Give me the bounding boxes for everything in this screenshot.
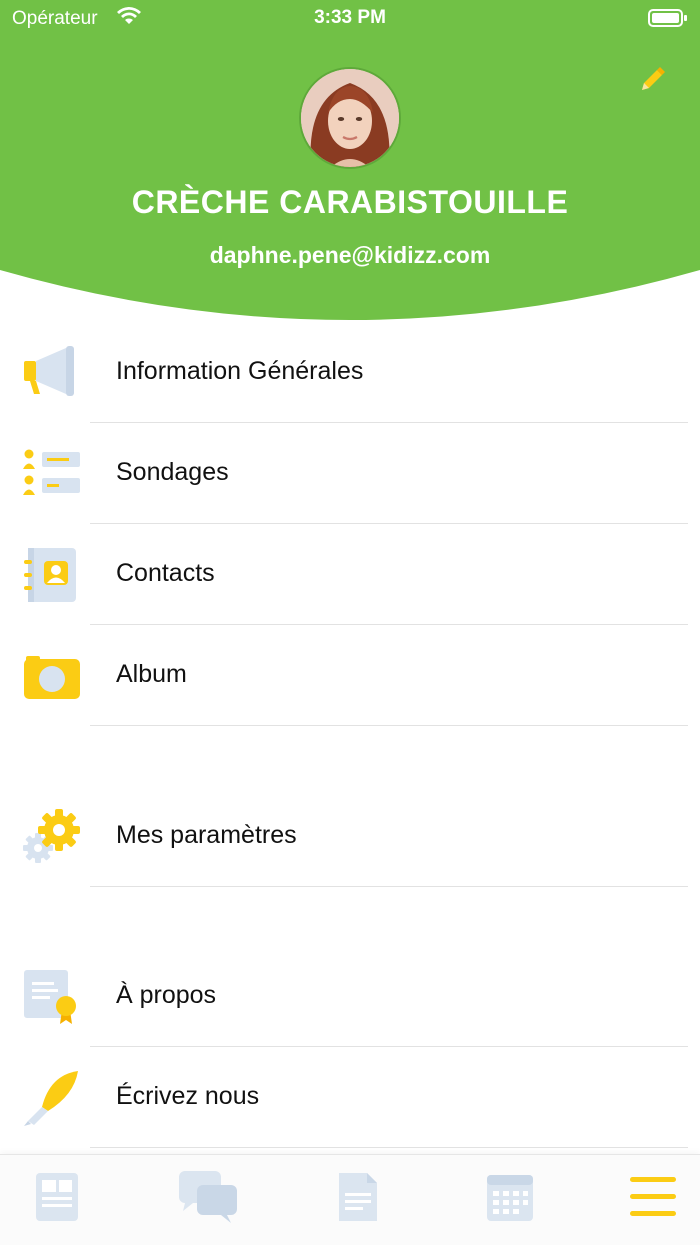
quill-pen-icon <box>24 1071 78 1126</box>
newsfeed-icon <box>36 1173 78 1221</box>
menu-item-sondages[interactable]: Sondages <box>0 423 700 524</box>
divider <box>90 1147 688 1148</box>
edit-pencil-icon[interactable] <box>636 64 668 96</box>
certificate-icon <box>24 970 76 1024</box>
avatar-portrait <box>301 69 399 167</box>
status-bar: Opérateur 3:33 PM <box>0 0 700 36</box>
contacts-book-icon <box>24 548 76 602</box>
calendar-icon <box>487 1175 533 1221</box>
menu-item-information-generales[interactable]: Information Générales <box>0 322 700 423</box>
tab-calendar[interactable] <box>475 1169 545 1225</box>
menu-item-album[interactable]: Album <box>0 625 700 726</box>
menu-label-a-propos: À propos <box>116 981 217 1009</box>
tab-newsfeed[interactable] <box>22 1169 92 1225</box>
divider <box>90 725 688 726</box>
menu-item-ecrivez-nous[interactable]: Écrivez nous <box>0 1047 700 1148</box>
tab-messages[interactable] <box>173 1169 243 1225</box>
tab-bar <box>0 1154 700 1245</box>
divider <box>90 886 688 887</box>
document-icon <box>339 1173 377 1221</box>
chat-bubbles-icon <box>179 1171 237 1223</box>
camera-icon <box>24 656 80 699</box>
menu-item-a-propos[interactable]: À propos <box>0 946 700 1047</box>
profile-name: CRÈCHE CARABISTOUILLE <box>131 184 569 220</box>
battery-icon <box>648 9 687 27</box>
menu-label-mes-parametres: Mes paramètres <box>116 821 297 849</box>
gear-icon <box>23 809 80 863</box>
menu-label-contacts: Contacts <box>116 559 215 587</box>
menu-item-mes-parametres[interactable]: Mes paramètres <box>0 786 700 887</box>
menu-label-album: Album <box>116 660 187 688</box>
survey-icon <box>23 449 80 495</box>
megaphone-icon <box>24 346 74 396</box>
menu-label-sondages: Sondages <box>116 458 229 486</box>
tab-menu[interactable] <box>618 1169 688 1225</box>
clock: 3:33 PM <box>314 7 386 28</box>
profile-header: Opérateur 3:33 PM CRÈCHE CARABISTOUILLE … <box>0 0 700 330</box>
avatar <box>299 67 401 169</box>
menu-label-ecrivez-nous: Écrivez nous <box>116 1082 260 1110</box>
menu-item-contacts[interactable]: Contacts <box>0 524 700 625</box>
tab-documents[interactable] <box>323 1169 393 1225</box>
menu-label-information-generales: Information Générales <box>116 357 364 385</box>
hamburger-menu-icon <box>630 1177 676 1216</box>
profile-email: daphne.pene@kidizz.com <box>209 242 491 268</box>
